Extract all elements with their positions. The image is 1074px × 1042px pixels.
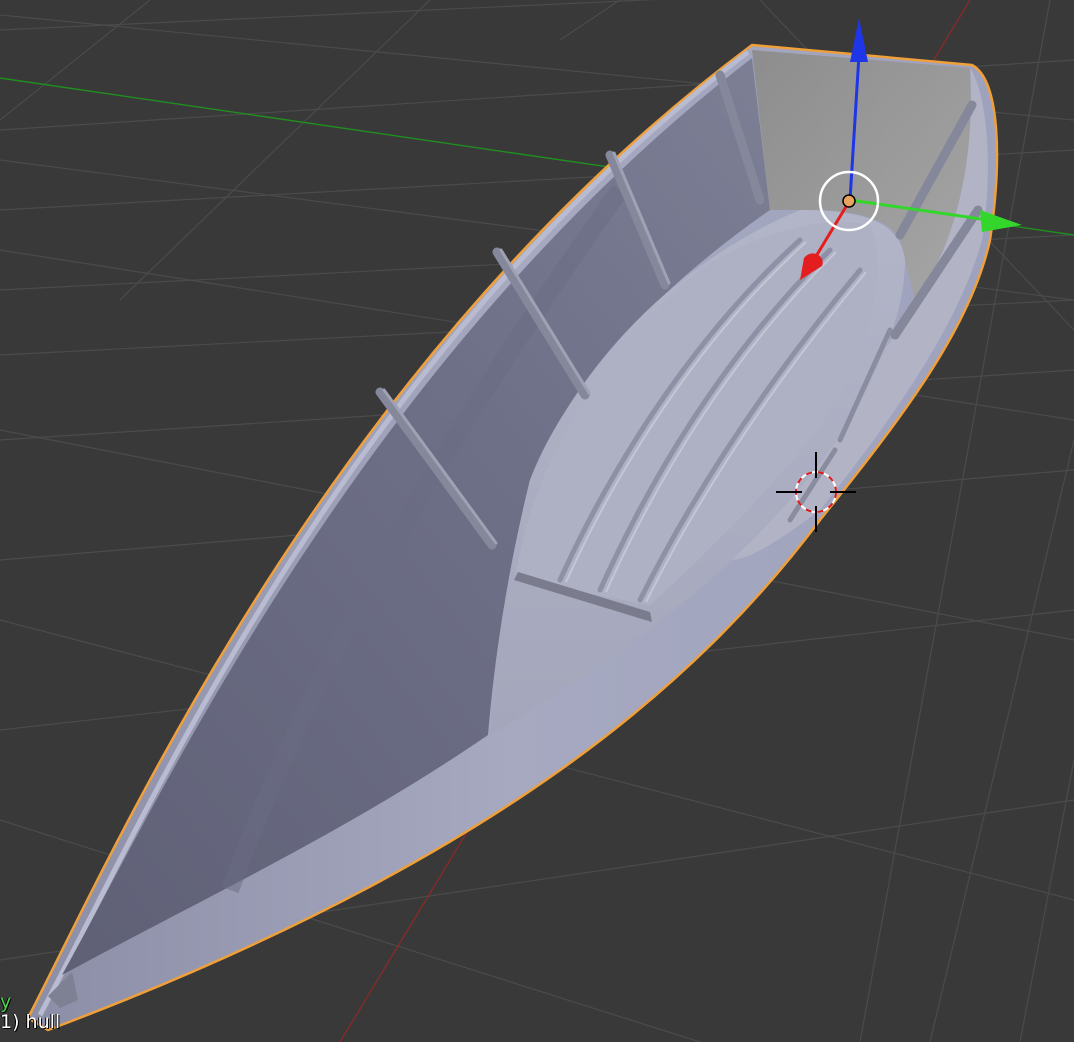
object-info-label: 1) hull [0,1011,61,1033]
manipulator-y-arrow[interactable] [980,210,1022,232]
3d-viewport[interactable]: y 1) hull [0,0,1074,1042]
view-axis-label: y [0,991,12,1013]
object-origin-icon [842,194,856,208]
viewport-canvas[interactable] [0,0,1074,1042]
manipulator-z-arrow[interactable] [850,18,868,62]
